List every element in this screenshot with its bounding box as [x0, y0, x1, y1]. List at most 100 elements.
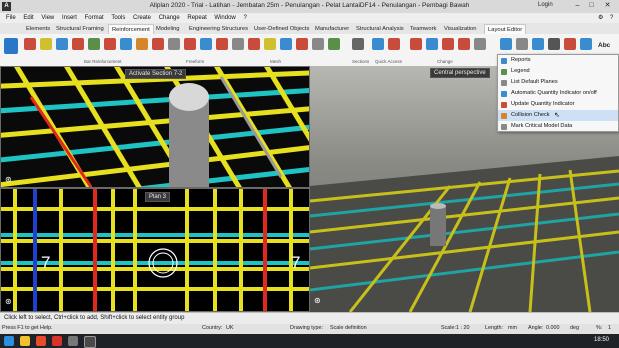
drawing-type-value[interactable]: Scale definition [330, 325, 367, 331]
legend-icon [501, 69, 507, 75]
tab-user-defined-objects[interactable]: User-Defined Objects [254, 24, 309, 34]
layout-icon[interactable] [500, 38, 512, 50]
mesh-copy-icon[interactable] [280, 38, 292, 50]
grid-number-left: 7 [41, 253, 51, 272]
percent-value[interactable]: 1 [608, 325, 611, 331]
file-explorer-icon[interactable] [20, 336, 30, 346]
acrobat-icon[interactable] [52, 336, 62, 346]
plot-icon[interactable] [532, 38, 544, 50]
quick-label-icon[interactable] [388, 38, 400, 50]
bar-polygon-icon[interactable] [72, 38, 84, 50]
menu-item-legend[interactable]: Legend [498, 66, 618, 77]
country-value[interactable]: UK [226, 325, 234, 331]
menu-edit[interactable]: Edit [23, 13, 33, 23]
navigation-cube-icon[interactable]: ⊛ [314, 296, 321, 305]
menu-create[interactable]: Create [133, 13, 151, 23]
change-stretch-icon[interactable] [442, 38, 454, 50]
menu-repeat[interactable]: Repeat [187, 13, 206, 23]
dimension-icon[interactable] [580, 38, 592, 50]
menu-help[interactable]: ? [243, 13, 246, 23]
menu-file[interactable]: File [6, 13, 16, 23]
mesh-check-icon[interactable] [328, 38, 340, 50]
bar-label-icon[interactable] [88, 38, 100, 50]
tab-engineering-structures[interactable]: Engineering Structures [189, 24, 248, 34]
menu-item-update-quantity-indicator[interactable]: Update Quantity Indicator [498, 99, 618, 110]
mesh-grid-icon[interactable] [232, 38, 244, 50]
menu-item-label: Automatic Quantity Indicator on/off [511, 90, 597, 96]
close-icon[interactable]: ✕ [602, 1, 613, 11]
change-pen-icon[interactable] [410, 38, 422, 50]
length-value[interactable]: mm [508, 325, 517, 331]
bar-modify-icon[interactable] [104, 38, 116, 50]
angle-label: Angle: [528, 325, 544, 331]
login-link[interactable]: Login [538, 2, 553, 8]
change-split-icon[interactable] [474, 38, 486, 50]
angle-value[interactable]: 0.000 [546, 325, 560, 331]
legend-tool-icon[interactable] [516, 38, 528, 50]
bar-copy-icon[interactable] [56, 38, 68, 50]
menu-item-mark-critical-model-data[interactable]: Mark Critical Model Data [498, 121, 618, 132]
chrome-icon[interactable] [36, 336, 46, 346]
country-label: Country: [202, 325, 223, 331]
menu-item-label: Update Quantity Indicator [511, 101, 575, 107]
tab-visualization[interactable]: Visualization [444, 24, 476, 34]
minimize-icon[interactable]: – [572, 1, 583, 11]
frame-icon[interactable] [4, 38, 18, 54]
mesh-place-icon[interactable] [248, 38, 260, 50]
tab-modeling[interactable]: Modeling [156, 24, 180, 34]
circular-icon[interactable] [184, 38, 196, 50]
bar-shape-icon[interactable] [24, 38, 36, 50]
change-wave-icon[interactable] [458, 38, 470, 50]
change-mirror-icon[interactable] [426, 38, 438, 50]
windows-start-icon[interactable] [4, 336, 14, 346]
section-icon[interactable] [352, 38, 364, 50]
mesh-list-icon[interactable] [312, 38, 324, 50]
maximize-icon[interactable]: □ [586, 1, 597, 11]
menu-tools[interactable]: Tools [111, 13, 125, 23]
menu-change[interactable]: Change [159, 13, 180, 23]
angle-unit[interactable]: deg [570, 325, 579, 331]
bar-placement-icon[interactable] [40, 38, 52, 50]
allplan-icon[interactable] [84, 336, 96, 348]
mesh-modify-icon[interactable] [296, 38, 308, 50]
settings-gear-icon[interactable]: ⚙ [598, 13, 603, 23]
menu-view[interactable]: View [41, 13, 54, 23]
navigation-cube-icon[interactable]: ⊛ [5, 175, 12, 184]
navigation-cube-icon[interactable]: ⊛ [5, 297, 12, 306]
delete-icon[interactable] [564, 38, 576, 50]
length-label: Length: [485, 325, 503, 331]
menu-window[interactable]: Window [214, 13, 235, 23]
extrude-icon[interactable] [168, 38, 180, 50]
menu-item-list-default-planes[interactable]: List Default Planes [498, 77, 618, 88]
app-icon[interactable] [68, 336, 78, 346]
menu-item-collision-check[interactable]: Collision Check ⇖ [498, 110, 618, 121]
group-label: Freeform [186, 59, 205, 64]
help-circle-icon[interactable]: ? [610, 13, 613, 23]
menu-bar: File Edit View Insert Format Tools Creat… [0, 13, 619, 23]
quick-access-icon[interactable] [372, 38, 384, 50]
mesh-icon[interactable] [216, 38, 228, 50]
menu-format[interactable]: Format [85, 13, 104, 23]
menu-item-auto-quantity-indicator[interactable]: Automatic Quantity Indicator on/off [498, 88, 618, 99]
tab-structural-framing[interactable]: Structural Framing [56, 24, 104, 34]
menu-item-label: Mark Critical Model Data [511, 123, 573, 129]
rotate-icon[interactable] [200, 38, 212, 50]
tab-structural-analysis[interactable]: Structural Analysis [356, 24, 404, 34]
tab-teamwork[interactable]: Teamwork [410, 24, 436, 34]
plan-viewport[interactable]: Plan 3 7 7 ⊛ [0, 188, 310, 312]
sweep-icon[interactable] [152, 38, 164, 50]
hatch-icon[interactable] [548, 38, 560, 50]
app-logo-icon: A [2, 2, 11, 11]
text-tool-icon[interactable]: Abc [598, 42, 610, 49]
menu-insert[interactable]: Insert [62, 13, 77, 23]
section-viewport[interactable]: Activate Section 7-2 ⊛ [0, 66, 310, 188]
group-label: Bar Reinforcement [84, 59, 122, 64]
menu-item-reports[interactable]: Reports [498, 55, 618, 66]
tab-manufacturer[interactable]: Manufacturer [315, 24, 349, 34]
layout-editor-dropdown: Reports Legend List Default Planes Autom… [497, 54, 619, 132]
mesh-label-icon[interactable] [264, 38, 276, 50]
freeform-icon[interactable] [136, 38, 148, 50]
tab-elements[interactable]: Elements [26, 24, 50, 34]
bar-distribute-icon[interactable] [120, 38, 132, 50]
scale-value[interactable]: 1 : 20 [456, 325, 470, 331]
